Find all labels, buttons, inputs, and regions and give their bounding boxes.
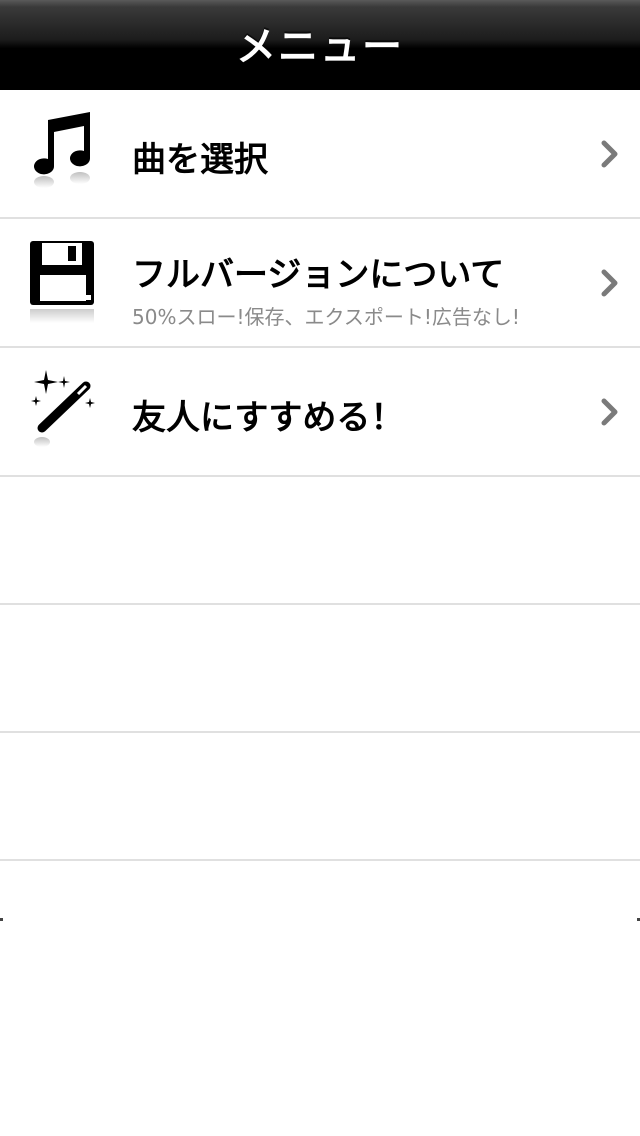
- menu-item-label: 曲を選択: [132, 140, 268, 180]
- chevron-right-icon: [600, 398, 620, 426]
- menu-item-label: フルバージョンについて: [132, 255, 505, 295]
- edge-mark: [0, 918, 3, 921]
- empty-row: [0, 477, 640, 605]
- empty-row: [0, 605, 640, 733]
- floppy-disk-icon: [28, 239, 98, 325]
- menu-list: 曲を選択 フルバージョンについて 50%スロー!保存、エクスポート!広告なし! …: [0, 90, 640, 861]
- magic-wand-icon: [28, 368, 98, 454]
- chevron-right-icon: [600, 140, 620, 168]
- menu-item-recommend[interactable]: 友人にすすめる！: [0, 348, 640, 477]
- empty-row: [0, 733, 640, 861]
- page-title: メニュー: [236, 24, 404, 70]
- menu-item-sublabel: 50%スロー!保存、エクスポート!広告なし!: [132, 305, 520, 329]
- chevron-right-icon: [600, 269, 620, 297]
- menu-item-select-song[interactable]: 曲を選択: [0, 90, 640, 219]
- menu-item-label: 友人にすすめる！: [132, 398, 405, 438]
- music-note-icon: [28, 110, 98, 196]
- menu-item-full-version[interactable]: フルバージョンについて 50%スロー!保存、エクスポート!広告なし!: [0, 219, 640, 348]
- navigation-bar: メニュー: [0, 0, 640, 90]
